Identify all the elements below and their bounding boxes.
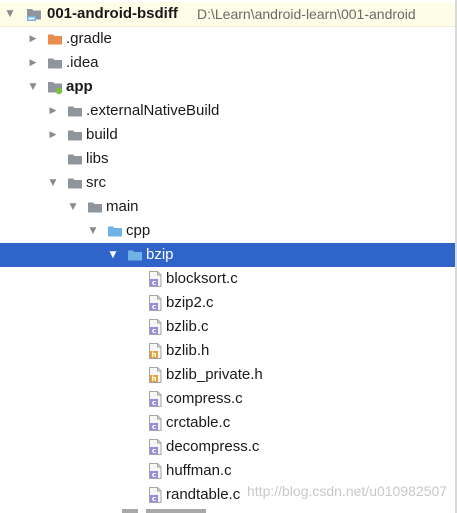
tree-row-gradle[interactable]: ▶ .gradle	[0, 27, 457, 51]
tree-row-file[interactable]: decompress.c	[0, 435, 457, 459]
folder-icon	[127, 247, 143, 263]
chevron-down-icon[interactable]: ▼	[107, 243, 119, 267]
file-name: crctable.c	[166, 414, 231, 431]
tree-row-file[interactable]: bzlib.h	[0, 339, 457, 363]
file-name: decompress.c	[166, 438, 260, 455]
folder-icon	[67, 127, 83, 143]
cutoff-label	[146, 509, 206, 513]
h-file-icon	[147, 343, 163, 359]
file-name: bzlib.h	[166, 342, 210, 359]
folder-icon	[67, 151, 83, 167]
c-file-icon	[147, 319, 163, 335]
tree-item-label: .gradle	[66, 30, 112, 47]
folder-icon	[67, 175, 83, 191]
project-name: 001-android-bsdiff	[47, 5, 178, 22]
tree-item-label: build	[86, 126, 118, 143]
c-file-icon	[147, 439, 163, 455]
file-name: compress.c	[166, 390, 243, 407]
module-folder-icon	[47, 79, 63, 95]
folder-icon	[47, 55, 63, 71]
c-file-icon	[147, 391, 163, 407]
tree-row-external-native-build[interactable]: ▶ .externalNativeBuild	[0, 99, 457, 123]
c-file-icon	[147, 487, 163, 503]
folder-icon	[47, 31, 63, 47]
tree-item-label: app	[66, 78, 93, 95]
tree-row-cpp[interactable]: ▼ cpp	[0, 219, 457, 243]
file-name: bzlib_private.h	[166, 366, 263, 383]
c-file-icon	[147, 415, 163, 431]
c-file-icon	[147, 271, 163, 287]
chevron-right-icon[interactable]: ▶	[47, 99, 59, 123]
tree-row-build[interactable]: ▶ build	[0, 123, 457, 147]
h-file-icon	[147, 367, 163, 383]
tree-row-project-root[interactable]: ▼ 001-android-bsdiff D:\Learn\android-le…	[0, 2, 457, 27]
tree-row-cutoff	[0, 504, 457, 513]
tree-row-main[interactable]: ▼ main	[0, 195, 457, 219]
chevron-down-icon[interactable]: ▼	[87, 219, 99, 243]
tree-row-file[interactable]: crctable.c	[0, 411, 457, 435]
tree-row-libs[interactable]: libs	[0, 147, 457, 171]
chevron-right-icon[interactable]: ▶	[27, 27, 39, 51]
tree-row-file[interactable]: bzip2.c	[0, 291, 457, 315]
cutoff-icon	[122, 509, 138, 513]
chevron-right-icon[interactable]: ▶	[27, 51, 39, 75]
tree-item-label: cpp	[126, 222, 151, 239]
c-file-icon	[147, 463, 163, 479]
tree-row-file[interactable]: compress.c	[0, 387, 457, 411]
chevron-down-icon[interactable]: ▼	[47, 171, 59, 195]
tree-item-label: libs	[86, 150, 109, 167]
tree-row-app[interactable]: ▼ app	[0, 75, 457, 99]
tree-row-file[interactable]: blocksort.c	[0, 267, 457, 291]
tree-row-file[interactable]: bzlib.c	[0, 315, 457, 339]
tree-row-idea[interactable]: ▶ .idea	[0, 51, 457, 75]
folder-icon	[87, 199, 103, 215]
chevron-down-icon[interactable]: ▼	[27, 75, 39, 99]
tree-item-label: bzip	[146, 246, 174, 263]
source-folder-icon	[107, 223, 123, 239]
watermark: http://blog.csdn.net/u010982507	[247, 483, 448, 499]
chevron-down-icon[interactable]: ▼	[4, 2, 16, 26]
project-tree: ▼ 001-android-bsdiff D:\Learn\android-le…	[0, 0, 457, 513]
project-folder-icon	[26, 6, 42, 22]
project-path: D:\Learn\android-learn\001-android	[197, 6, 416, 22]
file-name: bzip2.c	[166, 294, 214, 311]
c-file-icon	[147, 295, 163, 311]
tree-item-label: .externalNativeBuild	[86, 102, 220, 119]
file-name: bzlib.c	[166, 318, 209, 335]
tree-item-label: main	[106, 198, 139, 215]
tree-row-src[interactable]: ▼ src	[0, 171, 457, 195]
tree-row-file[interactable]: bzlib_private.h	[0, 363, 457, 387]
tree-row-bzip[interactable]: ▼ bzip	[0, 243, 457, 267]
folder-icon	[67, 103, 83, 119]
tree-row-file[interactable]: huffman.c	[0, 459, 457, 483]
tree-item-label: src	[86, 174, 106, 191]
tree-item-label: .idea	[66, 54, 99, 71]
chevron-right-icon[interactable]: ▶	[47, 123, 59, 147]
chevron-down-icon[interactable]: ▼	[67, 195, 79, 219]
file-name: blocksort.c	[166, 270, 238, 287]
file-name: huffman.c	[166, 462, 232, 479]
